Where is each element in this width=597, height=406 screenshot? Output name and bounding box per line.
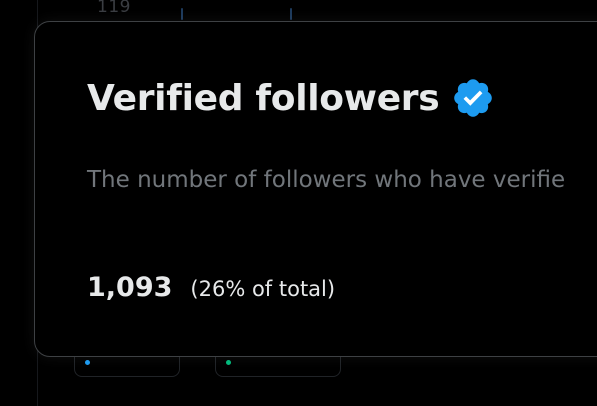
legend-dot-icon — [85, 360, 90, 365]
verified-followers-count: 1,093 — [87, 272, 173, 303]
verified-followers-share: (26% of total) — [190, 277, 336, 301]
legend-dot-icon — [226, 360, 231, 365]
stat-row: 1,093 (26% of total) — [87, 272, 335, 303]
card-title: Verified followers — [87, 77, 440, 119]
background-axis-value: 119 — [97, 0, 131, 17]
analytics-view: 119 Verified followers The number of fol… — [0, 0, 597, 406]
card-title-row: Verified followers — [87, 76, 495, 120]
verified-badge-icon — [451, 76, 495, 120]
background-chart-bar — [290, 8, 292, 20]
card-description: The number of followers who have verifie — [87, 167, 566, 193]
background-chart-bar — [181, 8, 183, 20]
